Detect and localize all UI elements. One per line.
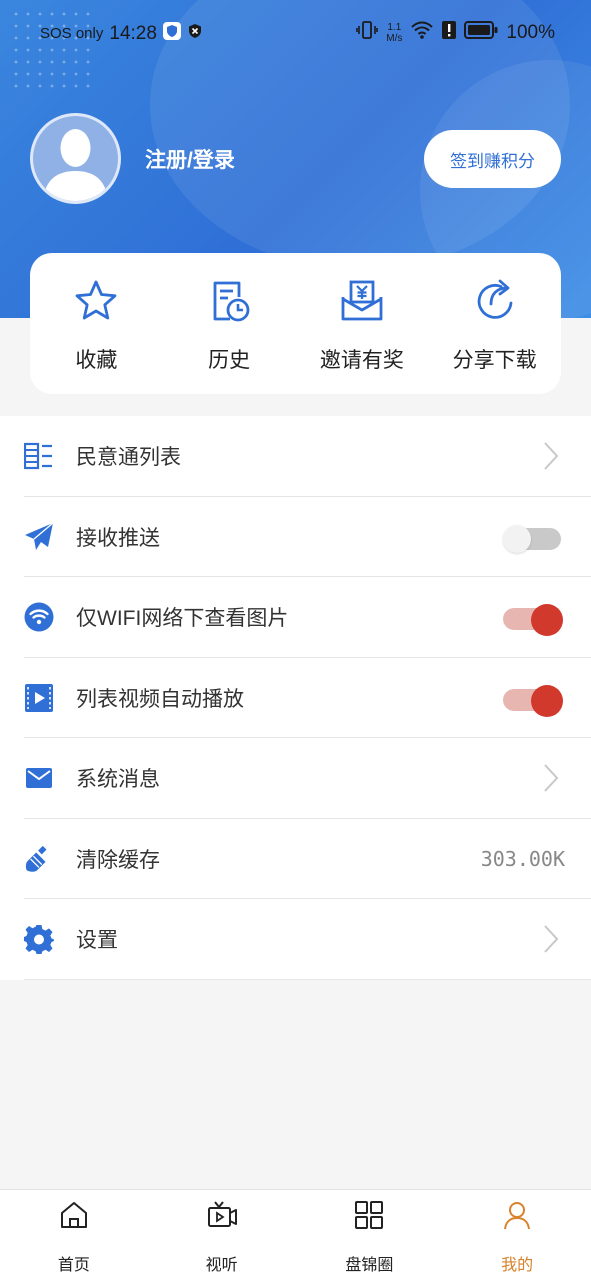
vibrate-icon xyxy=(356,20,379,45)
tab-mine[interactable]: 我的 xyxy=(443,1190,591,1280)
quick-action-history[interactable]: 历史 xyxy=(163,253,296,394)
security-badge-icon xyxy=(187,23,203,44)
login-register-link[interactable]: 注册/登录 xyxy=(145,144,235,174)
cache-size-value: 303.00K xyxy=(480,846,565,871)
chevron-right-icon xyxy=(544,764,559,792)
tab-home[interactable]: 首页 xyxy=(0,1190,148,1280)
chevron-right-icon xyxy=(544,925,559,953)
menu-item-autoplay[interactable]: 列表视频自动播放 xyxy=(0,658,591,739)
person-icon xyxy=(502,1200,532,1235)
paper-plane-icon xyxy=(24,522,54,552)
history-icon xyxy=(205,277,253,330)
quick-action-share[interactable]: 分享下载 xyxy=(428,253,561,394)
broom-icon xyxy=(24,844,54,874)
star-icon xyxy=(72,277,120,330)
invite-reward-icon xyxy=(338,277,386,330)
tab-label: 盘锦圈 xyxy=(345,1257,394,1274)
checkin-button[interactable]: 签到赚积分 xyxy=(424,130,561,188)
menu-label: 仅WIFI网络下查看图片 xyxy=(76,607,289,631)
battery-percentage: 100% xyxy=(506,21,555,43)
alert-icon xyxy=(442,20,457,45)
settings-menu: 民意通列表 接收推送 仅WIFI网络下查看图片 列表视频自动播放 系统消息 清除 xyxy=(0,416,591,980)
quick-action-label: 邀请有奖 xyxy=(319,349,404,372)
carrier-text: SOS only xyxy=(40,25,104,42)
menu-item-settings[interactable]: 设置 xyxy=(0,899,591,980)
share-icon xyxy=(471,277,519,330)
shield-icon xyxy=(162,22,181,45)
menu-label: 设置 xyxy=(76,929,118,953)
menu-item-system-messages[interactable]: 系统消息 xyxy=(0,738,591,819)
menu-item-wifi-images[interactable]: 仅WIFI网络下查看图片 xyxy=(0,577,591,658)
battery-icon xyxy=(464,21,498,44)
home-icon xyxy=(59,1200,89,1235)
list-icon xyxy=(24,441,54,471)
autoplay-toggle[interactable] xyxy=(503,684,563,717)
menu-label: 清除缓存 xyxy=(76,848,160,872)
bottom-tab-bar: 首页 视听 盘锦圈 我的 xyxy=(0,1189,591,1280)
quick-action-label: 收藏 xyxy=(75,349,118,372)
quick-action-label: 历史 xyxy=(208,349,251,372)
quick-action-favorites[interactable]: 收藏 xyxy=(30,253,163,394)
menu-item-clear-cache[interactable]: 清除缓存 303.00K xyxy=(0,819,591,900)
tab-label: 我的 xyxy=(501,1257,534,1274)
wifi-icon xyxy=(24,602,54,632)
tab-media[interactable]: 视听 xyxy=(148,1190,296,1280)
profile-section: 注册/登录 xyxy=(30,113,235,204)
tab-label: 首页 xyxy=(57,1257,90,1274)
tab-panjin-circle[interactable]: 盘锦圈 xyxy=(296,1190,444,1280)
menu-item-push[interactable]: 接收推送 xyxy=(0,497,591,578)
menu-label: 系统消息 xyxy=(76,768,160,792)
grid-icon xyxy=(354,1200,384,1235)
quick-action-label: 分享下载 xyxy=(452,349,537,372)
wifi-status-icon xyxy=(410,20,434,45)
push-toggle[interactable] xyxy=(503,524,561,553)
menu-label: 民意通列表 xyxy=(76,446,181,470)
status-bar: SOS only 14:28 1.1 M/s 100% xyxy=(0,0,591,66)
mail-icon xyxy=(24,763,54,793)
tab-label: 视听 xyxy=(205,1257,238,1274)
menu-label: 列表视频自动播放 xyxy=(76,687,244,711)
menu-label: 接收推送 xyxy=(76,526,160,550)
chevron-right-icon xyxy=(544,442,559,470)
quick-actions-card: 收藏 历史 邀请有奖 分享下载 xyxy=(30,253,561,394)
status-time: 14:28 xyxy=(109,22,157,44)
avatar[interactable] xyxy=(30,113,121,204)
menu-item-opinion-list[interactable]: 民意通列表 xyxy=(0,416,591,497)
tv-icon xyxy=(207,1200,237,1235)
network-speed: 1.1 M/s xyxy=(386,21,403,44)
quick-action-invite[interactable]: 邀请有奖 xyxy=(296,253,429,394)
gear-icon xyxy=(24,924,54,955)
wifi-images-toggle[interactable] xyxy=(503,604,563,637)
video-icon xyxy=(24,683,54,713)
